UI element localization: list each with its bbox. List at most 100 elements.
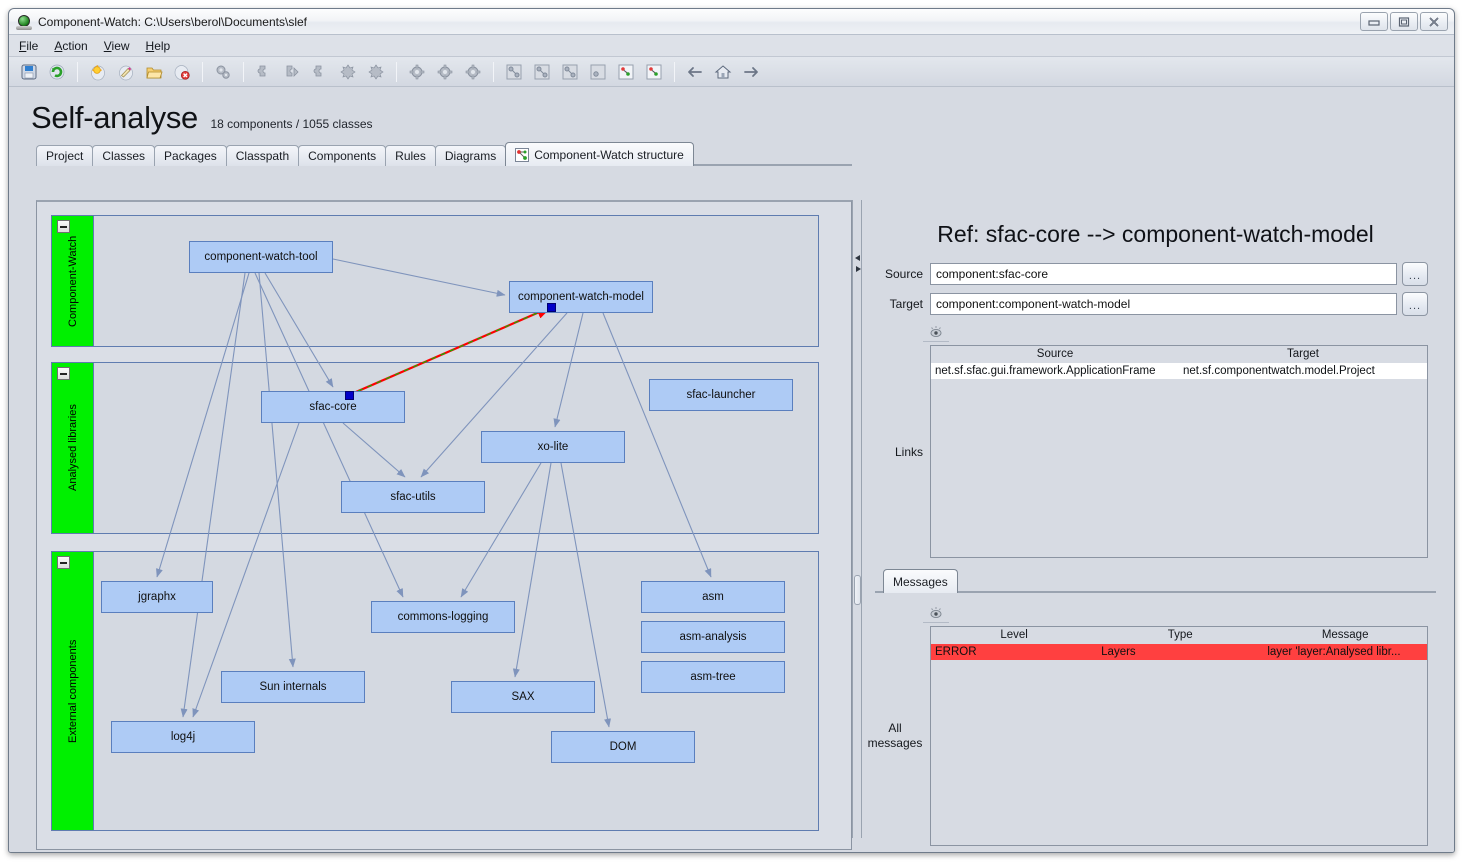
gear-1-icon[interactable] bbox=[404, 60, 430, 84]
node-asm[interactable]: asm bbox=[641, 581, 785, 613]
analyse-icon[interactable] bbox=[251, 60, 277, 84]
node-label: xo-lite bbox=[537, 441, 569, 453]
node-commons-logging[interactable]: commons-logging bbox=[371, 601, 515, 633]
menu-item-view[interactable]: View bbox=[104, 39, 130, 53]
refresh-icon[interactable] bbox=[44, 60, 70, 84]
node-component-watch-tool[interactable]: component-watch-tool bbox=[189, 241, 333, 273]
node-sun-internals[interactable]: Sun internals bbox=[221, 671, 365, 703]
analyse-all-icon[interactable] bbox=[363, 60, 389, 84]
eye-icon[interactable] bbox=[923, 322, 949, 342]
messages-eye-icon[interactable] bbox=[923, 603, 949, 623]
menu-label-view-rest: iew bbox=[111, 38, 130, 53]
source-label: Source bbox=[884, 267, 923, 281]
target-value: component:component-watch-model bbox=[936, 297, 1131, 311]
target-input[interactable]: component:component-watch-model bbox=[930, 293, 1397, 315]
page-title: Self-analyse bbox=[31, 100, 198, 135]
node-label: DOM bbox=[609, 741, 637, 753]
save-icon[interactable] bbox=[16, 60, 42, 84]
edge-handle-target[interactable] bbox=[547, 303, 556, 312]
node-component-watch-model[interactable]: component-watch-model bbox=[509, 281, 653, 313]
menu-label-action-rest: ction bbox=[62, 38, 88, 53]
tab-messages[interactable]: Messages bbox=[883, 569, 958, 593]
links-table-header: Source Target bbox=[931, 346, 1427, 363]
pane-splitter[interactable] bbox=[847, 200, 867, 852]
tab-components[interactable]: Components bbox=[298, 145, 387, 166]
back-arrow-icon[interactable] bbox=[682, 60, 708, 84]
content-area: Self-analyse 18 components / 1055 classe… bbox=[9, 88, 1454, 852]
messages-table-header: Level Type Message bbox=[931, 627, 1427, 644]
graph-2-icon[interactable] bbox=[529, 60, 555, 84]
new-project-icon[interactable] bbox=[85, 60, 111, 84]
details-pane: Ref: sfac-core --> component-watch-model… bbox=[867, 200, 1454, 852]
node-label: component-watch-model bbox=[518, 291, 644, 303]
open-project-icon[interactable] bbox=[141, 60, 167, 84]
node-label: sfac-utils bbox=[390, 491, 436, 503]
table-row[interactable]: ERROR Layers layer 'layer:Analysed libr.… bbox=[931, 644, 1427, 660]
window-controls bbox=[1360, 12, 1448, 31]
messages-table[interactable]: Level Type Message ERROR Layers layer 'l… bbox=[930, 626, 1428, 846]
node-asm-analysis[interactable]: asm-analysis bbox=[641, 621, 785, 653]
splitter-line-right bbox=[861, 200, 862, 838]
gear-2-icon[interactable] bbox=[432, 60, 458, 84]
analyse-back-icon[interactable] bbox=[307, 60, 333, 84]
node-label: log4j bbox=[170, 731, 196, 743]
source-input[interactable]: component:sfac-core bbox=[930, 263, 1397, 285]
links-label: Links bbox=[894, 444, 923, 459]
tab-label: Component-Watch structure bbox=[534, 147, 684, 162]
edit-project-icon[interactable] bbox=[113, 60, 139, 84]
node-label: SAX bbox=[511, 691, 535, 703]
page-header: Self-analyse 18 components / 1055 classe… bbox=[9, 88, 1454, 136]
tab-classpath[interactable]: Classpath bbox=[225, 145, 300, 166]
tab-label: Diagrams bbox=[444, 149, 497, 163]
edge-handle-source[interactable] bbox=[345, 391, 354, 400]
node-asm-tree[interactable]: asm-tree bbox=[641, 661, 785, 693]
diagram-canvas[interactable]: Component-Watch Analysed libraries Exter… bbox=[36, 200, 852, 850]
node-sfac-core[interactable]: sfac-core bbox=[261, 391, 405, 423]
tab-diagrams[interactable]: Diagrams bbox=[434, 145, 507, 166]
tab-project[interactable]: Project bbox=[36, 145, 94, 166]
close-project-icon[interactable] bbox=[169, 60, 195, 84]
menu-item-file[interactable]: File bbox=[19, 39, 38, 53]
node-jgraphx[interactable]: jgraphx bbox=[101, 581, 213, 613]
tab-component-watch-structure[interactable]: Component-Watch structure bbox=[505, 142, 694, 166]
menu-item-help[interactable]: Help bbox=[146, 39, 171, 53]
toolbar bbox=[9, 57, 1454, 87]
gear-3-icon[interactable] bbox=[460, 60, 486, 84]
menu-item-action[interactable]: Action bbox=[54, 39, 87, 53]
graph-report-icon[interactable] bbox=[613, 60, 639, 84]
splitter-collapse-arrows[interactable] bbox=[854, 254, 862, 281]
node-sfac-utils[interactable]: sfac-utils bbox=[341, 481, 485, 513]
message-text-cell: layer 'layer:Analysed libr... bbox=[1267, 646, 1401, 658]
restore-button[interactable] bbox=[1390, 12, 1418, 31]
analyse-next-icon[interactable] bbox=[279, 60, 305, 84]
all-messages-label: All messages bbox=[867, 721, 923, 751]
forward-arrow-icon[interactable] bbox=[738, 60, 764, 84]
all-messages-label-line2: messages bbox=[867, 736, 923, 750]
tab-classes[interactable]: Classes bbox=[92, 145, 156, 166]
node-sfac-launcher[interactable]: sfac-launcher bbox=[649, 379, 793, 411]
node-dom[interactable]: DOM bbox=[551, 731, 695, 763]
node-label: sfac-launcher bbox=[686, 389, 756, 401]
analyse-run-icon[interactable] bbox=[335, 60, 361, 84]
node-xo-lite[interactable]: xo-lite bbox=[481, 431, 625, 463]
structure-graph-icon bbox=[515, 147, 530, 162]
home-icon[interactable] bbox=[710, 60, 736, 84]
source-value: component:sfac-core bbox=[936, 267, 1049, 281]
splitter-grip[interactable] bbox=[854, 575, 861, 605]
node-sax[interactable]: SAX bbox=[451, 681, 595, 713]
tab-rules[interactable]: Rules bbox=[385, 145, 436, 166]
graph-3-icon[interactable] bbox=[557, 60, 583, 84]
source-browse-button[interactable]: ... bbox=[1402, 262, 1428, 286]
application-window: Component-Watch: C:\Users\berol\Document… bbox=[8, 8, 1455, 853]
links-table[interactable]: Source Target net.sf.sfac.gui.framework.… bbox=[930, 345, 1428, 558]
close-button[interactable] bbox=[1420, 12, 1448, 31]
target-browse-button[interactable]: ... bbox=[1402, 292, 1428, 316]
tab-packages[interactable]: Packages bbox=[154, 145, 227, 166]
graph-1-icon[interactable] bbox=[501, 60, 527, 84]
graph-export-icon[interactable] bbox=[641, 60, 667, 84]
node-log4j[interactable]: log4j bbox=[111, 721, 255, 753]
minimize-button[interactable] bbox=[1360, 12, 1388, 31]
graph-4-icon[interactable] bbox=[585, 60, 611, 84]
table-row[interactable]: net.sf.sfac.gui.framework.ApplicationFra… bbox=[931, 363, 1427, 379]
settings-gears-icon[interactable] bbox=[210, 60, 236, 84]
